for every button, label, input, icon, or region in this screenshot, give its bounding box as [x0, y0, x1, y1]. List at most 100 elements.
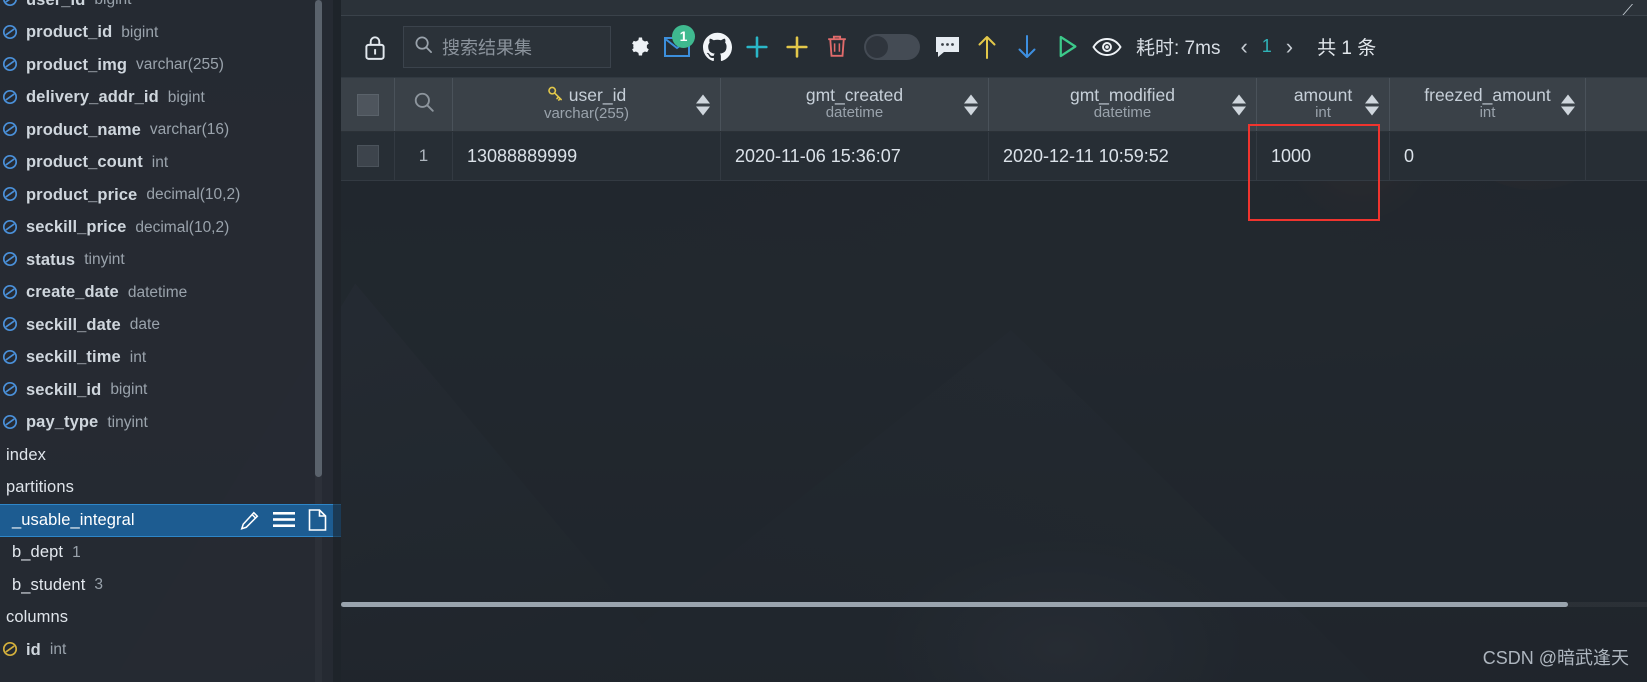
github-icon[interactable] [697, 25, 737, 69]
tree-item-product-count[interactable]: product_count int [0, 147, 341, 180]
column-icon [2, 316, 20, 334]
sort-toggle[interactable] [1560, 94, 1576, 115]
sort-toggle[interactable] [1364, 94, 1380, 115]
lock-icon[interactable] [355, 25, 395, 69]
tree-item-create-date[interactable]: create_date datetime [0, 277, 341, 310]
tree-item-b-student[interactable]: b_student 3 [0, 569, 341, 602]
header-amount[interactable]: amount int [1257, 78, 1390, 131]
tree-item-type: bigint [110, 381, 148, 399]
tree-item-delivery-addr-id[interactable]: delivery_addr_id bigint [0, 82, 341, 115]
document-icon[interactable] [308, 509, 327, 532]
tree-item-partitions[interactable]: partitions [0, 472, 341, 505]
tree-item-product-id[interactable]: product_id bigint [0, 17, 341, 50]
list-menu-icon[interactable] [273, 511, 295, 529]
eye-icon[interactable] [1087, 25, 1127, 69]
tree-item-label: user_id [26, 0, 85, 10]
tree-item-id[interactable]: id int [0, 634, 341, 667]
search-input[interactable]: 搜索结果集 [403, 25, 611, 68]
column-icon [2, 121, 20, 139]
gear-icon[interactable] [617, 25, 657, 69]
plus-cyan-icon[interactable] [737, 25, 777, 69]
column-icon [2, 186, 20, 204]
tree-item-label: id [26, 640, 41, 659]
row-checkbox[interactable] [341, 132, 395, 180]
header-type: datetime [1093, 104, 1152, 122]
tree-item-status[interactable]: status tinyint [0, 244, 341, 277]
table-row[interactable]: 1 13088889999 2020-11-06 15:36:07 2020-1… [341, 132, 1647, 181]
arrow-up-icon[interactable] [967, 25, 1007, 69]
plus-yellow-icon[interactable] [777, 25, 817, 69]
object-tree-sidebar[interactable]: user_idbigintproduct_idbigintproduct_img… [0, 0, 341, 682]
tree-item-label: _usable_integral [12, 510, 135, 529]
header-gmt-created[interactable]: gmt_created datetime [721, 78, 989, 131]
header-label: user_id [568, 84, 627, 105]
toggle-switch[interactable] [864, 33, 920, 60]
result-toolbar: 搜索结果集 1 耗时: 7ms ‹ 1 › 共 1 条 [341, 16, 1647, 78]
tree-item-type: int [129, 348, 147, 366]
select-all-header[interactable] [341, 78, 395, 131]
cell-amount[interactable]: 1000 [1257, 132, 1390, 180]
column-icon [2, 414, 20, 432]
sort-toggle[interactable] [963, 94, 979, 115]
tree-item-product-img[interactable]: product_img varchar(255) [0, 49, 341, 82]
column-icon [2, 284, 20, 302]
panel-top-strip [341, 0, 1647, 16]
tree-item-label: product_img [26, 55, 128, 74]
sort-toggle[interactable] [695, 94, 711, 115]
elapsed-time-label: 耗时: 7ms [1136, 38, 1221, 59]
sort-toggle[interactable] [1231, 94, 1247, 115]
tree-item-label: status [26, 250, 76, 269]
cell-freezed-amount[interactable]: 0 [1390, 132, 1586, 180]
tree-item-seckill-id[interactable]: seckill_id bigint [0, 374, 341, 407]
trash-icon[interactable] [817, 25, 857, 69]
tree-item-index[interactable]: index [0, 439, 341, 472]
column-icon [2, 56, 20, 74]
header-label: amount [1293, 84, 1353, 105]
row-index: 1 [395, 132, 453, 180]
tree-item-seckill-price[interactable]: seckill_price decimal(10,2) [0, 212, 341, 245]
comment-icon[interactable] [927, 25, 967, 69]
arrow-down-icon[interactable] [1007, 25, 1047, 69]
tree-item-type: 1 [72, 543, 81, 561]
tree-item-columns[interactable]: columns [0, 602, 341, 635]
result-grid: user_id varchar(255) gmt_created datetim… [341, 78, 1647, 682]
tree-item-label: seckill_id [26, 380, 102, 399]
tree-item-product-price[interactable]: product_price decimal(10,2) [0, 179, 341, 212]
horizontal-scrollbar-thumb[interactable] [341, 602, 1568, 607]
tree-item-label: product_id [26, 23, 113, 42]
column-filter-header[interactable] [395, 78, 453, 131]
checkbox-icon[interactable] [356, 145, 379, 167]
next-page-button[interactable]: › [1272, 34, 1307, 60]
total-rows-label: 共 1 条 [1317, 38, 1377, 59]
tree-item-pay-type[interactable]: pay_type tinyint [0, 407, 341, 440]
tree-item-label: pay_type [26, 413, 99, 432]
mail-icon[interactable]: 1 [657, 24, 697, 69]
app-window: user_idbigintproduct_idbigintproduct_img… [0, 0, 1647, 682]
column-icon [2, 349, 20, 367]
tree-item-label: partitions [6, 478, 74, 497]
prev-page-button[interactable]: ‹ [1226, 34, 1261, 60]
tree-item-label: product_price [26, 185, 138, 204]
tree-item-seckill-date[interactable]: seckill_date date [0, 309, 341, 342]
header-freezed-amount[interactable]: freezed_amount int [1390, 78, 1586, 131]
edit-pencil-icon[interactable] [239, 510, 260, 531]
checkbox-icon[interactable] [356, 93, 379, 116]
tree-item-seckill-time[interactable]: seckill_time int [0, 342, 341, 375]
tree-item--usable-integral[interactable]: _usable_integral [0, 504, 341, 537]
page-number[interactable]: 1 [1262, 36, 1272, 57]
tree-item-label: b_dept [12, 543, 64, 562]
cell-gmt-modified[interactable]: 2020-12-11 10:59:52 [989, 132, 1257, 180]
tree-item-b-dept[interactable]: b_dept 1 [0, 537, 341, 570]
header-user-id[interactable]: user_id varchar(255) [453, 78, 721, 131]
tree-item-label: seckill_price [26, 218, 127, 237]
tree-item-label: create_date [26, 283, 119, 302]
tree-item-user-id[interactable]: user_id bigint [0, 0, 341, 17]
header-label: gmt_created [805, 84, 904, 105]
play-icon[interactable] [1047, 25, 1087, 69]
header-gmt-modified[interactable]: gmt_modified datetime [989, 78, 1257, 131]
tree-item-product-name[interactable]: product_name varchar(16) [0, 114, 341, 147]
cell-gmt-created[interactable]: 2020-11-06 15:36:07 [721, 132, 989, 180]
cell-user-id[interactable]: 13088889999 [453, 132, 721, 180]
resize-handle-icon[interactable]: ⟋ [1622, 2, 1633, 19]
tree-item-type: date [129, 316, 160, 334]
